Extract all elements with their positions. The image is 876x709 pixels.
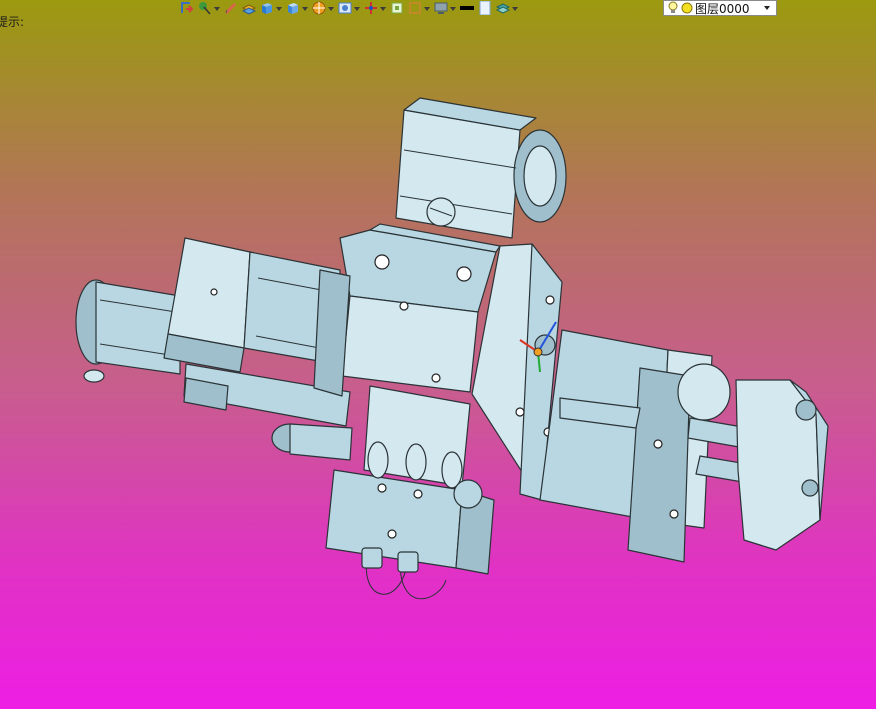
layer-manager-icon — [496, 3, 510, 14]
lightbulb-icon[interactable] — [667, 1, 679, 15]
monitor-icon — [434, 2, 448, 14]
pneumatic-cylinder-left — [75, 279, 181, 383]
toolbar-button-origin-axes[interactable] — [364, 0, 386, 16]
chevron-down-icon — [450, 7, 456, 11]
toolbar-button-image[interactable] — [338, 0, 360, 16]
toolbar-button-exit-sketch[interactable] — [180, 0, 194, 16]
layer-selector[interactable]: 图层0000 — [663, 0, 777, 16]
toolbar-button-solid-cube[interactable] — [260, 0, 282, 16]
chevron-down-icon — [276, 7, 282, 11]
origin-axes-icon — [365, 2, 377, 14]
chevron-down-icon[interactable] — [764, 6, 770, 10]
right-clamp — [735, 379, 829, 551]
view-cube-icon — [288, 3, 298, 14]
exit-sketch-icon — [181, 2, 194, 13]
toolbar-button-line-weight[interactable] — [460, 0, 474, 16]
chevron-down-icon — [380, 7, 386, 11]
chevron-down-icon — [214, 7, 220, 11]
stepper-motor — [163, 237, 341, 373]
image-icon — [338, 2, 352, 14]
chevron-down-icon — [302, 7, 308, 11]
toolbar-button-layer-manager[interactable] — [496, 0, 518, 16]
toolbar-button-box-frame[interactable] — [408, 0, 430, 16]
render-sphere-icon — [312, 1, 326, 15]
main-toolbar — [180, 0, 522, 16]
right-body — [539, 329, 713, 563]
layer-name: 图层0000 — [695, 1, 750, 16]
central-housing — [313, 223, 501, 397]
chevron-down-icon — [512, 7, 518, 11]
toolbar-button-view-cube[interactable] — [286, 0, 308, 16]
pencil-icon — [224, 2, 237, 15]
toolbar-button-selection-filter[interactable] — [198, 0, 220, 16]
toolbar-button-monitor[interactable] — [434, 0, 456, 16]
plane-icon — [391, 2, 403, 14]
layer-status-icon[interactable] — [681, 2, 693, 14]
toolbar-button-layers-stack[interactable] — [242, 0, 256, 16]
toolbar-button-page[interactable] — [478, 0, 492, 16]
page-icon — [479, 1, 491, 15]
toolbar-button-render[interactable] — [312, 0, 334, 16]
line-weight-icon — [460, 6, 474, 10]
chevron-down-icon — [328, 7, 334, 11]
solid-cube-icon — [262, 3, 272, 14]
toolbar-button-plane[interactable] — [390, 0, 404, 16]
status-hint: 提示: — [0, 15, 25, 29]
chevron-down-icon — [424, 7, 430, 11]
layers-stack-icon — [242, 4, 256, 15]
box-frame-icon — [409, 2, 421, 14]
chevron-down-icon — [354, 7, 360, 11]
selection-filter-icon — [199, 2, 211, 15]
gear-motor-top — [395, 97, 567, 239]
toolbar-button-pencil[interactable] — [224, 0, 238, 16]
3d-viewport[interactable] — [0, 0, 876, 709]
